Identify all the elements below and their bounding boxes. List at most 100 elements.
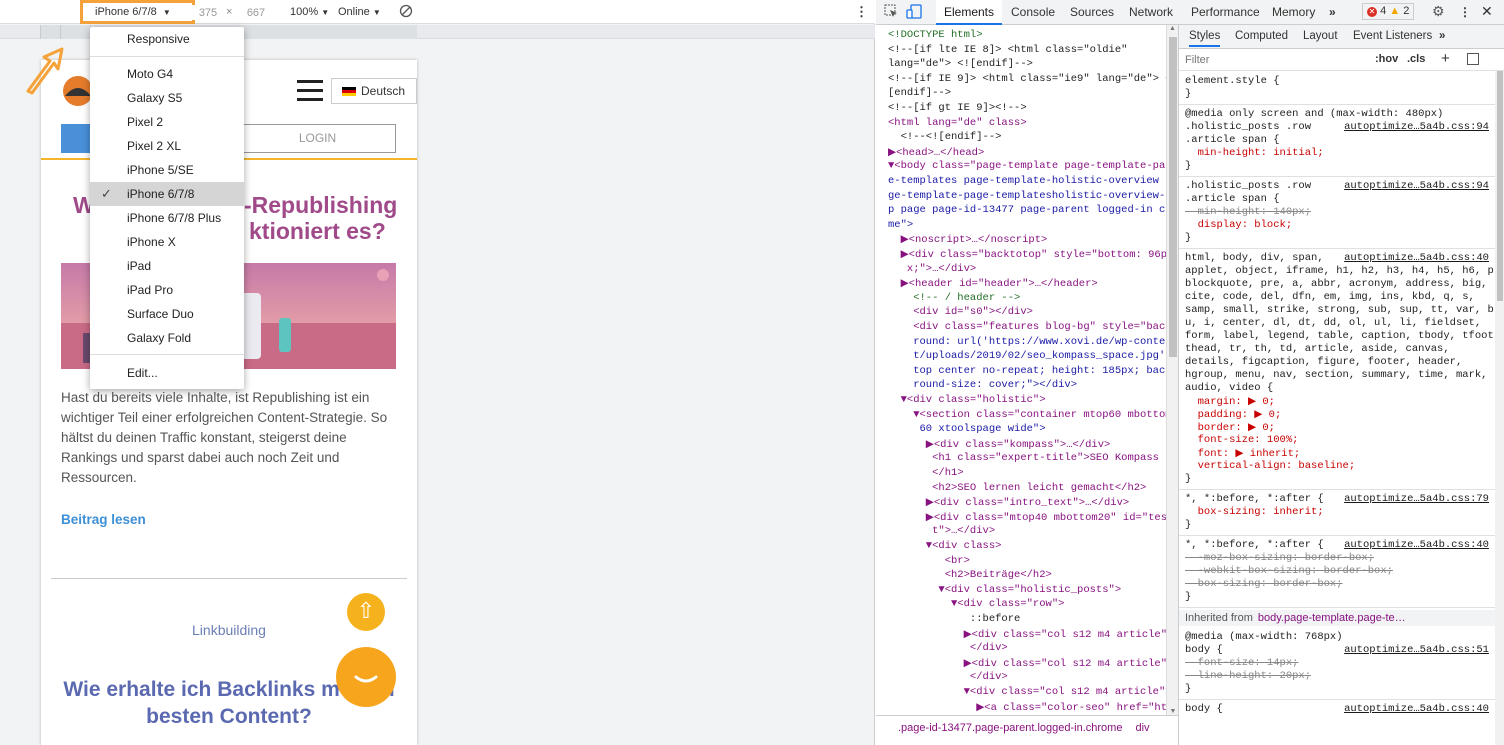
dom-node-line[interactable]: <h1 class="expert-title">SEO Kompass: [888, 452, 1159, 464]
style-rule-line[interactable]: *, *:before, *:after {autoptimize…5a4b.c…: [1185, 493, 1489, 505]
style-rule-line[interactable]: thead, tr, th, td, article, aside, canva…: [1185, 343, 1489, 355]
style-rule-line[interactable]: audio, video {: [1185, 382, 1489, 394]
style-rule-line[interactable]: details, figcaption, figure, footer, hea…: [1185, 356, 1489, 368]
height-input[interactable]: [238, 5, 274, 20]
more-options-icon[interactable]: ⋮: [855, 4, 868, 20]
style-rule-line[interactable]: box-sizing: border-box;: [1185, 578, 1489, 590]
style-rule-line[interactable]: html, body, div, span, autoptimize…5a4b.c…: [1185, 252, 1489, 264]
style-rule-line[interactable]: font-size: 100%;: [1185, 434, 1489, 446]
dom-node-line[interactable]: <!--<![endif]-->: [888, 131, 1002, 143]
tab-event-listeners[interactable]: Event Listeners: [1353, 30, 1432, 42]
tab-performance[interactable]: Performance: [1191, 5, 1260, 19]
style-rule-line[interactable]: -webkit-box-sizing: border-box;: [1185, 565, 1489, 577]
dom-node-line[interactable]: t">…</div>: [888, 525, 995, 537]
dom-node-line[interactable]: e-templates page-template-holistic-overv…: [888, 175, 1166, 187]
style-rule-line[interactable]: }: [1185, 519, 1489, 531]
dom-node-line[interactable]: </div>: [888, 671, 1008, 683]
style-rule-line[interactable]: box-sizing: inherit;: [1185, 506, 1489, 518]
tab-network[interactable]: Network: [1129, 5, 1173, 19]
dom-node-line[interactable]: ▼<div class>: [888, 540, 1002, 552]
dom-node-line[interactable]: <!--[if IE 9]> <html class="ie9" lang="d…: [888, 73, 1166, 85]
style-rule-line[interactable]: display: block;: [1185, 219, 1489, 231]
dom-node-line[interactable]: ▼<div class="row">: [888, 598, 1064, 610]
tab-computed[interactable]: Computed: [1235, 30, 1288, 42]
dom-node-line[interactable]: <html lang="de" class>: [888, 117, 1027, 129]
style-rule-line[interactable]: vertical-align: baseline;: [1185, 460, 1489, 472]
dom-node-line[interactable]: </h1>: [888, 467, 964, 479]
dom-node-line[interactable]: ge-template-page-templatesholistic-overv…: [888, 190, 1166, 202]
dom-scrollbar-thumb[interactable]: [1169, 37, 1177, 357]
style-rule-line[interactable]: -moz-box-sizing: border-box;: [1185, 552, 1489, 564]
read-more-link[interactable]: Beitrag lesen: [61, 512, 146, 527]
dom-node-line[interactable]: <br>: [888, 555, 970, 567]
dom-node-line[interactable]: ▶<div class="mtop40 mbottom20" id="tes: [888, 511, 1166, 524]
dom-node-line[interactable]: ▶<div class="col s12 m4 article">…: [888, 628, 1166, 641]
scroll-up-icon[interactable]: ▲: [1167, 25, 1178, 32]
breadcrumb-div[interactable]: div: [1136, 722, 1150, 734]
dom-node-line[interactable]: <!--[if lte IE 8]> <html class="oldie": [888, 44, 1127, 56]
dom-node-line[interactable]: ▼<div class="holistic">: [888, 394, 1046, 406]
dom-node-line[interactable]: ▼<div class="col s12 m4 article">: [888, 686, 1166, 698]
style-rule-line[interactable]: }: [1185, 88, 1489, 100]
dom-node-line[interactable]: t/uploads/2019/02/seo_kompass_space.jpg'…: [888, 350, 1166, 362]
dom-breadcrumb[interactable]: .page-id-13477.page-parent.logged-in.chr…: [876, 715, 1178, 745]
device-menu-item[interactable]: Responsive: [90, 27, 244, 51]
tab-styles[interactable]: Styles: [1189, 30, 1221, 47]
stylesheet-source-link[interactable]: autoptimize…5a4b.css:94: [1344, 121, 1489, 133]
dom-node-line[interactable]: me">: [888, 219, 913, 231]
style-rule-line[interactable]: .article span {: [1185, 134, 1489, 146]
dom-node-line[interactable]: </div>: [888, 642, 1008, 654]
inspect-element-icon[interactable]: [884, 4, 898, 21]
chat-widget-icon[interactable]: [336, 647, 396, 707]
breadcrumb-body[interactable]: .page-id-13477.page-parent.logged-in.chr…: [898, 722, 1122, 734]
dom-node-line[interactable]: [endif]-->: [888, 87, 951, 99]
hamburger-menu-icon[interactable]: [297, 80, 323, 102]
style-rule-line[interactable]: line-height: 20px;: [1185, 670, 1489, 682]
dom-node-line[interactable]: ▶<header id="header">…</header>: [888, 277, 1098, 290]
tab-elements[interactable]: Elements: [936, 0, 1002, 25]
dom-node-line[interactable]: ▶<head>…</head>: [888, 146, 984, 159]
more-options-icon[interactable]: ⋮: [1459, 5, 1471, 19]
style-rule-line[interactable]: u, i, center, dl, dt, dd, ol, ul, li, fi…: [1185, 317, 1489, 329]
dom-node-line[interactable]: round-size: cover;"></div>: [888, 379, 1077, 391]
device-menu-item[interactable]: Surface Duo: [90, 302, 244, 326]
dom-node-line[interactable]: ▶<div class="backtotop" style="bottom: 9…: [888, 248, 1166, 261]
settings-gear-icon[interactable]: ⚙: [1432, 3, 1445, 20]
inherited-selector-link[interactable]: body.page-template.page-te…: [1258, 612, 1406, 624]
style-rule-line[interactable]: *, *:before, *:after {autoptimize…5a4b.c…: [1185, 539, 1489, 551]
device-menu-item[interactable]: Pixel 2: [90, 110, 244, 134]
styles-filter-input[interactable]: [1185, 52, 1365, 68]
dom-node-line[interactable]: x;">…</div>: [888, 263, 976, 275]
dom-scrollbar[interactable]: ▲ ▼: [1166, 25, 1178, 715]
tab-layout[interactable]: Layout: [1303, 30, 1338, 42]
device-menu-item[interactable]: Moto G4: [90, 62, 244, 86]
stylesheet-source-link[interactable]: autoptimize…5a4b.css:40: [1344, 539, 1489, 551]
stylesheet-source-link[interactable]: autoptimize…5a4b.css:51: [1344, 644, 1489, 656]
tab-memory[interactable]: Memory: [1272, 5, 1315, 19]
style-rule-line[interactable]: min-height: 140px;: [1185, 206, 1489, 218]
rotate-icon[interactable]: [399, 3, 413, 22]
style-rule-line[interactable]: samp, small, strike, strong, sub, sup, t…: [1185, 304, 1495, 316]
stylesheet-source-link[interactable]: autoptimize…5a4b.css:40: [1344, 703, 1489, 715]
dom-node-line[interactable]: <!DOCTYPE html>: [888, 29, 983, 41]
dom-node-line[interactable]: lang="de"> <![endif]-->: [888, 58, 1033, 70]
add-rule-icon[interactable]: +: [1441, 50, 1450, 67]
device-select[interactable]: iPhone 6/7/8 ▼: [80, 0, 195, 24]
device-menu-item[interactable]: Galaxy S5: [90, 86, 244, 110]
device-toggle-icon[interactable]: [906, 4, 922, 23]
network-throttle-select[interactable]: Online ▼: [338, 6, 381, 18]
class-toggle[interactable]: .cls: [1407, 53, 1425, 65]
device-menu-item[interactable]: iPhone 5/SE: [90, 158, 244, 182]
stylesheet-source-link[interactable]: autoptimize…5a4b.css:94: [1344, 180, 1489, 192]
style-rule-line[interactable]: }: [1185, 473, 1489, 485]
style-rule-line[interactable]: border: ▶ 0;: [1185, 421, 1489, 434]
dom-node-line[interactable]: ▶<div class="intro_text">…</div>: [888, 496, 1129, 509]
dom-node-line[interactable]: round: url('https://www.xovi.de/wp-conte…: [888, 336, 1166, 348]
dom-node-line[interactable]: <!--[if gt IE 9]><!-->: [888, 102, 1027, 114]
dom-node-line[interactable]: ::before: [888, 613, 1020, 625]
style-rule-line[interactable]: element.style {: [1185, 75, 1489, 87]
zoom-select[interactable]: 100% ▼: [290, 6, 329, 18]
style-rule-line[interactable]: @media only screen and (max-width: 480px…: [1185, 108, 1489, 120]
more-tabs-icon[interactable]: »: [1329, 5, 1336, 19]
style-rule-line[interactable]: body {autoptimize…5a4b.css:40: [1185, 703, 1489, 715]
